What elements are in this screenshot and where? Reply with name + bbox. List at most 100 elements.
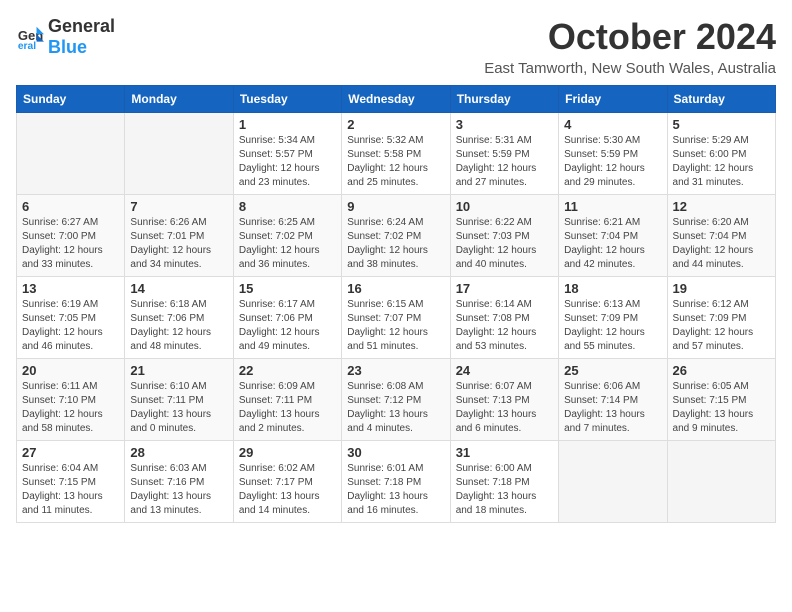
day-number: 4 <box>564 117 661 132</box>
page-header: Gen eral General Blue October 2024 East … <box>16 16 776 77</box>
day-number: 22 <box>239 363 336 378</box>
day-number: 2 <box>347 117 444 132</box>
title-area: October 2024 East Tamworth, New South Wa… <box>484 16 776 77</box>
calendar-cell: 3Sunrise: 5:31 AMSunset: 5:59 PMDaylight… <box>450 113 558 195</box>
calendar-week-1: 1Sunrise: 5:34 AMSunset: 5:57 PMDaylight… <box>17 113 776 195</box>
day-info: Sunrise: 5:34 AMSunset: 5:57 PMDaylight:… <box>239 134 336 190</box>
calendar-cell: 12 Sunrise: 6:20 AMSunset: 7:04 PMDayligh… <box>667 195 775 277</box>
weekday-header-wednesday: Wednesday <box>342 86 450 113</box>
day-info: Sunrise: 6:14 AMSunset: 7:08 PMDaylight:… <box>456 298 553 354</box>
logo: Gen eral General Blue <box>16 16 115 58</box>
calendar-cell <box>667 441 775 523</box>
day-info: Sunrise: 5:30 AMSunset: 5:59 PMDaylight:… <box>564 134 661 190</box>
calendar-cell <box>559 441 667 523</box>
calendar-cell <box>17 113 125 195</box>
calendar-cell: 15Sunrise: 6:17 AMSunset: 7:06 PMDayligh… <box>233 277 341 359</box>
calendar-cell: 26 Sunrise: 6:05 AMSunset: 7:15 PMDayligh… <box>667 359 775 441</box>
calendar-cell: 18Sunrise: 6:13 AMSunset: 7:09 PMDayligh… <box>559 277 667 359</box>
calendar-cell: 6 Sunrise: 6:27 AMSunset: 7:00 PMDaylight… <box>17 195 125 277</box>
day-info: Sunrise: 6:02 AMSunset: 7:17 PMDaylight:… <box>239 462 336 518</box>
calendar-cell: 29 Sunrise: 6:02 AMSunset: 7:17 PMDayligh… <box>233 441 341 523</box>
calendar-cell: 1Sunrise: 5:34 AMSunset: 5:57 PMDaylight… <box>233 113 341 195</box>
day-number: 14 <box>130 281 227 296</box>
day-info: Sunrise: 6:17 AMSunset: 7:06 PMDaylight:… <box>239 298 336 354</box>
day-info: Sunrise: 6:26 AMSunset: 7:01 PMDaylight:… <box>130 216 227 272</box>
svg-text:eral: eral <box>18 41 36 51</box>
day-number: 7 <box>130 199 227 214</box>
day-number: 26 <box>673 363 770 378</box>
day-info: Sunrise: 6:08 AMSunset: 7:12 PMDaylight:… <box>347 380 444 436</box>
weekday-header-sunday: Sunday <box>17 86 125 113</box>
day-number: 29 <box>239 445 336 460</box>
day-number: 10 <box>456 199 553 214</box>
day-number: 5 <box>673 117 770 132</box>
location-title: East Tamworth, New South Wales, Australi… <box>484 60 776 77</box>
calendar-week-2: 6 Sunrise: 6:27 AMSunset: 7:00 PMDaylight… <box>17 195 776 277</box>
day-number: 25 <box>564 363 661 378</box>
day-number: 21 <box>130 363 227 378</box>
calendar-cell: 25 Sunrise: 6:06 AMSunset: 7:14 PMDayligh… <box>559 359 667 441</box>
day-info: Sunrise: 6:15 AMSunset: 7:07 PMDaylight:… <box>347 298 444 354</box>
day-number: 28 <box>130 445 227 460</box>
month-title: October 2024 <box>484 16 776 58</box>
day-number: 17 <box>456 281 553 296</box>
day-info: Sunrise: 6:06 AMSunset: 7:14 PMDaylight:… <box>564 380 661 436</box>
calendar-cell: 7 Sunrise: 6:26 AMSunset: 7:01 PMDaylight… <box>125 195 233 277</box>
day-info: Sunrise: 6:07 AMSunset: 7:13 PMDaylight:… <box>456 380 553 436</box>
calendar-cell: 14 Sunrise: 6:18 AMSunset: 7:06 PMDayligh… <box>125 277 233 359</box>
day-info: Sunrise: 6:00 AMSunset: 7:18 PMDaylight:… <box>456 462 553 518</box>
day-info: Sunrise: 6:01 AMSunset: 7:18 PMDaylight:… <box>347 462 444 518</box>
day-number: 30 <box>347 445 444 460</box>
calendar-cell: 5 Sunrise: 5:29 AMSunset: 6:00 PMDaylight… <box>667 113 775 195</box>
day-number: 20 <box>22 363 119 378</box>
day-info: Sunrise: 6:12 AMSunset: 7:09 PMDaylight:… <box>673 298 770 354</box>
calendar-cell: 23 Sunrise: 6:08 AMSunset: 7:12 PMDayligh… <box>342 359 450 441</box>
day-info: Sunrise: 6:10 AMSunset: 7:11 PMDaylight:… <box>130 380 227 436</box>
weekday-header-thursday: Thursday <box>450 86 558 113</box>
day-info: Sunrise: 6:04 AMSunset: 7:15 PMDaylight:… <box>22 462 119 518</box>
day-info: Sunrise: 6:03 AMSunset: 7:16 PMDaylight:… <box>130 462 227 518</box>
calendar-cell: 28 Sunrise: 6:03 AMSunset: 7:16 PMDayligh… <box>125 441 233 523</box>
calendar-cell: 21 Sunrise: 6:10 AMSunset: 7:11 PMDayligh… <box>125 359 233 441</box>
calendar-table: SundayMondayTuesdayWednesdayThursdayFrid… <box>16 85 776 523</box>
weekday-header-friday: Friday <box>559 86 667 113</box>
calendar-cell: 31Sunrise: 6:00 AMSunset: 7:18 PMDayligh… <box>450 441 558 523</box>
weekday-header-monday: Monday <box>125 86 233 113</box>
day-info: Sunrise: 5:31 AMSunset: 5:59 PMDaylight:… <box>456 134 553 190</box>
calendar-cell: 8Sunrise: 6:25 AMSunset: 7:02 PMDaylight… <box>233 195 341 277</box>
day-number: 12 <box>673 199 770 214</box>
day-info: Sunrise: 6:09 AMSunset: 7:11 PMDaylight:… <box>239 380 336 436</box>
day-info: Sunrise: 6:19 AMSunset: 7:05 PMDaylight:… <box>22 298 119 354</box>
calendar-cell: 17 Sunrise: 6:14 AMSunset: 7:08 PMDayligh… <box>450 277 558 359</box>
calendar-cell: 27 Sunrise: 6:04 AMSunset: 7:15 PMDayligh… <box>17 441 125 523</box>
calendar-cell: 16Sunrise: 6:15 AMSunset: 7:07 PMDayligh… <box>342 277 450 359</box>
day-info: Sunrise: 5:29 AMSunset: 6:00 PMDaylight:… <box>673 134 770 190</box>
day-number: 6 <box>22 199 119 214</box>
day-number: 19 <box>673 281 770 296</box>
calendar-cell: 11Sunrise: 6:21 AMSunset: 7:04 PMDayligh… <box>559 195 667 277</box>
calendar-cell: 9 Sunrise: 6:24 AMSunset: 7:02 PMDaylight… <box>342 195 450 277</box>
calendar-cell: 20Sunrise: 6:11 AMSunset: 7:10 PMDayligh… <box>17 359 125 441</box>
logo-general: General <box>48 16 115 37</box>
day-number: 8 <box>239 199 336 214</box>
day-number: 18 <box>564 281 661 296</box>
day-info: Sunrise: 6:20 AMSunset: 7:04 PMDaylight:… <box>673 216 770 272</box>
day-number: 11 <box>564 199 661 214</box>
day-number: 9 <box>347 199 444 214</box>
calendar-week-5: 27 Sunrise: 6:04 AMSunset: 7:15 PMDayligh… <box>17 441 776 523</box>
day-info: Sunrise: 6:18 AMSunset: 7:06 PMDaylight:… <box>130 298 227 354</box>
day-number: 23 <box>347 363 444 378</box>
calendar-cell: 13 Sunrise: 6:19 AMSunset: 7:05 PMDayligh… <box>17 277 125 359</box>
calendar-week-3: 13 Sunrise: 6:19 AMSunset: 7:05 PMDayligh… <box>17 277 776 359</box>
calendar-cell: 10Sunrise: 6:22 AMSunset: 7:03 PMDayligh… <box>450 195 558 277</box>
calendar-cell: 22 Sunrise: 6:09 AMSunset: 7:11 PMDayligh… <box>233 359 341 441</box>
calendar-header-row: SundayMondayTuesdayWednesdayThursdayFrid… <box>17 86 776 113</box>
calendar-cell: 24Sunrise: 6:07 AMSunset: 7:13 PMDayligh… <box>450 359 558 441</box>
calendar-cell: 2Sunrise: 5:32 AMSunset: 5:58 PMDaylight… <box>342 113 450 195</box>
day-number: 27 <box>22 445 119 460</box>
day-info: Sunrise: 6:05 AMSunset: 7:15 PMDaylight:… <box>673 380 770 436</box>
day-number: 13 <box>22 281 119 296</box>
day-info: Sunrise: 6:24 AMSunset: 7:02 PMDaylight:… <box>347 216 444 272</box>
logo-blue: Blue <box>48 37 87 57</box>
day-info: Sunrise: 6:27 AMSunset: 7:00 PMDaylight:… <box>22 216 119 272</box>
